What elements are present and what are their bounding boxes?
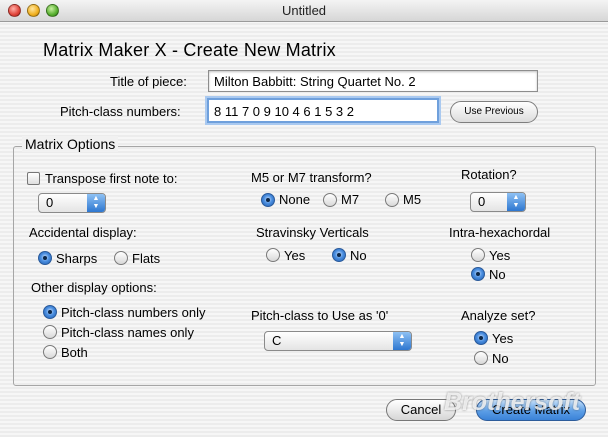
- m5m7-m7-label: M7: [341, 192, 360, 207]
- rotation-value: 0: [478, 194, 486, 209]
- analyze-no-radio[interactable]: [474, 351, 488, 365]
- pc-zero-label: Pitch-class to Use as '0': [251, 308, 389, 323]
- analyze-yes-label: Yes: [492, 331, 514, 346]
- stepper-arrows-icon: ▲ ▼: [507, 193, 525, 211]
- pc-zero-popup[interactable]: C ▲ ▼: [264, 331, 412, 351]
- intrahex-label: Intra-hexachordal: [449, 225, 551, 240]
- accidental-sharps-radio[interactable]: [38, 251, 52, 265]
- transpose-value: 0: [46, 195, 54, 210]
- display-pc-names-radio[interactable]: [43, 325, 57, 339]
- pcs-field-label: Pitch-class numbers:: [60, 104, 181, 119]
- intrahex-no-radio[interactable]: [471, 267, 485, 281]
- analyze-label: Analyze set?: [461, 308, 536, 323]
- stepper-arrows-icon: ▲ ▼: [393, 332, 411, 350]
- other-display-label: Other display options:: [31, 280, 157, 295]
- m5m7-m5-radio[interactable]: [385, 193, 399, 207]
- intrahex-yes-label: Yes: [489, 248, 511, 263]
- intrahex-yes-radio[interactable]: [471, 248, 485, 262]
- stravinsky-no-radio[interactable]: [332, 248, 346, 262]
- display-both-radio[interactable]: [43, 345, 57, 359]
- title-field-label: Title of piece:: [110, 74, 187, 89]
- intrahex-no-label: No: [489, 267, 506, 282]
- m5m7-m7-radio[interactable]: [323, 193, 337, 207]
- m5m7-label: M5 or M7 transform?: [251, 170, 372, 185]
- stravinsky-yes-label: Yes: [284, 248, 306, 263]
- display-pc-names-label: Pitch-class names only: [61, 325, 194, 340]
- display-both-label: Both: [61, 345, 88, 360]
- transpose-popup[interactable]: 0 ▲ ▼: [38, 193, 106, 213]
- stravinsky-no-label: No: [350, 248, 367, 263]
- accidental-flats-radio[interactable]: [114, 251, 128, 265]
- accidental-label: Accidental display:: [29, 225, 137, 240]
- transpose-checkbox[interactable]: [27, 172, 40, 185]
- title-field[interactable]: Milton Babbitt: String Quartet No. 2: [208, 70, 538, 92]
- m5m7-none-label: None: [279, 192, 311, 207]
- window-titlebar: Untitled: [0, 0, 608, 22]
- pc-zero-value: C: [272, 333, 282, 348]
- page-title: Matrix Maker X - Create New Matrix: [43, 40, 336, 60]
- watermark-logo: Brothersoft: [444, 388, 581, 416]
- transpose-label: Transpose first note to:: [45, 171, 178, 186]
- m5m7-m5-label: M5: [403, 192, 422, 207]
- analyze-yes-radio[interactable]: [474, 331, 488, 345]
- accidental-flats-label: Flats: [132, 251, 161, 266]
- rotation-label: Rotation?: [461, 167, 517, 182]
- stravinsky-yes-radio[interactable]: [266, 248, 280, 262]
- stravinsky-label: Stravinsky Verticals: [256, 225, 369, 240]
- pitch-class-numbers-field[interactable]: 8 11 7 0 9 10 4 6 1 5 3 2: [207, 98, 439, 123]
- use-previous-button[interactable]: Use Previous: [450, 101, 538, 123]
- display-pc-numbers-radio[interactable]: [43, 305, 57, 319]
- accidental-sharps-label: Sharps: [56, 251, 98, 266]
- rotation-popup[interactable]: 0 ▲ ▼: [470, 192, 526, 212]
- stepper-arrows-icon: ▲ ▼: [87, 194, 105, 212]
- analyze-no-label: No: [492, 351, 509, 366]
- window-title: Untitled: [281, 3, 327, 18]
- m5m7-none-radio[interactable]: [261, 193, 275, 207]
- display-pc-numbers-label: Pitch-class numbers only: [61, 305, 206, 320]
- matrix-options-title: Matrix Options: [22, 136, 119, 152]
